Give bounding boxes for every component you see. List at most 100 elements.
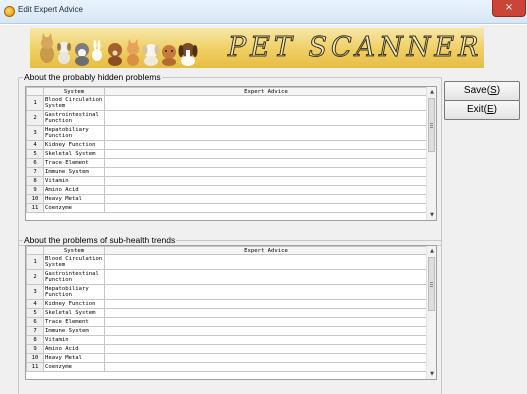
advice-cell[interactable] [104,308,428,318]
table-row[interactable]: 2 Gastrointestinal Function [26,110,428,126]
row-number: 9 [26,344,44,354]
grip-line [430,125,433,126]
system-cell: Heavy Metal [43,353,105,363]
row-number: 4 [26,299,44,309]
system-cell: Trace Element [43,158,105,168]
table-row[interactable]: 1 Blood Circulation System [26,254,428,270]
system-cell: Hepatobiliary Function [43,284,105,300]
table-row[interactable]: 11 Coenzyme [26,362,428,372]
system-cell: Coenzyme [43,362,105,372]
system-cell: Gastrointestinal Function [43,110,105,126]
advice-cell[interactable] [104,362,428,372]
system-cell: Skeletal System [43,149,105,159]
advice-cell[interactable] [104,110,428,126]
table-row[interactable]: 1 Blood Circulation System [26,95,428,111]
vertical-scrollbar[interactable]: ▲ ▼ [426,246,436,379]
advice-cell[interactable] [104,284,428,300]
table-row[interactable]: 6 Trace Element [26,317,428,327]
vertical-scrollbar[interactable]: ▲ ▼ [426,87,436,220]
advice-cell[interactable] [104,269,428,285]
grip-line [430,127,433,128]
advice-cell[interactable] [104,353,428,363]
system-cell: Blood Circulation System [43,254,105,270]
table-row[interactable]: 4 Kidney Function [26,140,428,150]
row-number: 3 [26,125,44,141]
pets-illustration [40,33,198,66]
table-row[interactable]: 7 Immune System [26,167,428,177]
table-row[interactable]: 11 Coenzyme [26,203,428,213]
advice-cell[interactable] [104,125,428,141]
table-row[interactable]: 5 Skeletal System [26,308,428,318]
grip-line [430,123,433,124]
table-row[interactable]: 2 Gastrointestinal Function [26,269,428,285]
system-column-header: System [43,87,105,96]
system-cell: Trace Element [43,317,105,327]
hidden-problems-legend: About the probably hidden problems [24,72,161,82]
row-number: 1 [26,254,44,270]
advice-cell[interactable] [104,158,428,168]
row-number: 3 [26,284,44,300]
scroll-down-arrow[interactable]: ▼ [427,369,436,379]
system-cell: Immune System [43,167,105,177]
table-row[interactable]: 9 Amino Acid [26,185,428,195]
save-close-paren: ) [496,85,501,96]
window-title: Edit Expert Advice [18,5,83,14]
table-row[interactable]: 7 Immune System [26,326,428,336]
table-row[interactable]: 3 Hepatobiliary Function [26,125,428,141]
row-number: 2 [26,110,44,126]
system-cell: Hepatobiliary Function [43,125,105,141]
exit-hotkey: E [486,104,494,115]
system-cell: Vitamin [43,335,105,345]
scroll-up-arrow[interactable]: ▲ [427,246,436,256]
advice-cell[interactable] [104,167,428,177]
grid2-rows: 1 Blood Circulation System 2 Gastrointestin… [26,254,428,372]
table-row[interactable]: 3 Hepatobiliary Function [26,284,428,300]
system-cell: Amino Acid [43,185,105,195]
exit-close-paren: ) [493,104,497,115]
hidden-problems-grid[interactable]: System Expert Advice 1 Blood Circulation … [25,86,437,221]
scroll-thumb[interactable] [428,98,435,152]
scroll-up-arrow[interactable]: ▲ [427,87,436,97]
row-number: 10 [26,353,44,363]
row-number: 1 [26,95,44,111]
system-cell: Blood Circulation System [43,95,105,111]
banner-title: PET SCANNER [227,32,483,64]
system-cell: Immune System [43,326,105,336]
advice-table: System Expert Advice 1 Blood Circulation … [26,87,428,213]
subhealth-problems-grid[interactable]: System Expert Advice 1 Blood Circulation … [25,245,437,380]
grid1-rows: 1 Blood Circulation System 2 Gastrointestin… [26,95,428,213]
system-cell: Gastrointestinal Function [43,269,105,285]
advice-cell[interactable] [104,317,428,327]
advice-cell[interactable] [104,299,428,309]
scroll-thumb[interactable] [428,257,435,311]
advice-cell[interactable] [104,176,428,186]
advice-cell[interactable] [104,344,428,354]
advice-cell[interactable] [104,194,428,204]
scroll-down-arrow[interactable]: ▼ [427,210,436,220]
table-row[interactable]: 10 Heavy Metal [26,353,428,363]
table-row[interactable]: 8 Vitamin [26,176,428,186]
advice-column-header: Expert Advice [104,246,428,255]
table-row[interactable]: 9 Amino Acid [26,344,428,354]
exit-button[interactable]: Exit(E) [444,100,520,120]
save-button[interactable]: Save(S) [444,81,520,101]
title-bar: Edit Expert Advice × [0,0,527,24]
advice-cell[interactable] [104,335,428,345]
advice-cell[interactable] [104,140,428,150]
table-row[interactable]: 10 Heavy Metal [26,194,428,204]
subhealth-problems-legend: About the problems of sub-health trends [24,235,176,245]
row-number: 9 [26,185,44,195]
advice-cell[interactable] [104,254,428,270]
row-number: 6 [26,158,44,168]
advice-cell[interactable] [104,149,428,159]
table-row[interactable]: 8 Vitamin [26,335,428,345]
table-row[interactable]: 5 Skeletal System [26,149,428,159]
advice-table: System Expert Advice 1 Blood Circulation … [26,246,428,372]
advice-cell[interactable] [104,203,428,213]
table-row[interactable]: 4 Kidney Function [26,299,428,309]
advice-cell[interactable] [104,185,428,195]
advice-cell[interactable] [104,95,428,111]
close-button[interactable]: × [492,0,526,17]
advice-cell[interactable] [104,326,428,336]
table-row[interactable]: 6 Trace Element [26,158,428,168]
